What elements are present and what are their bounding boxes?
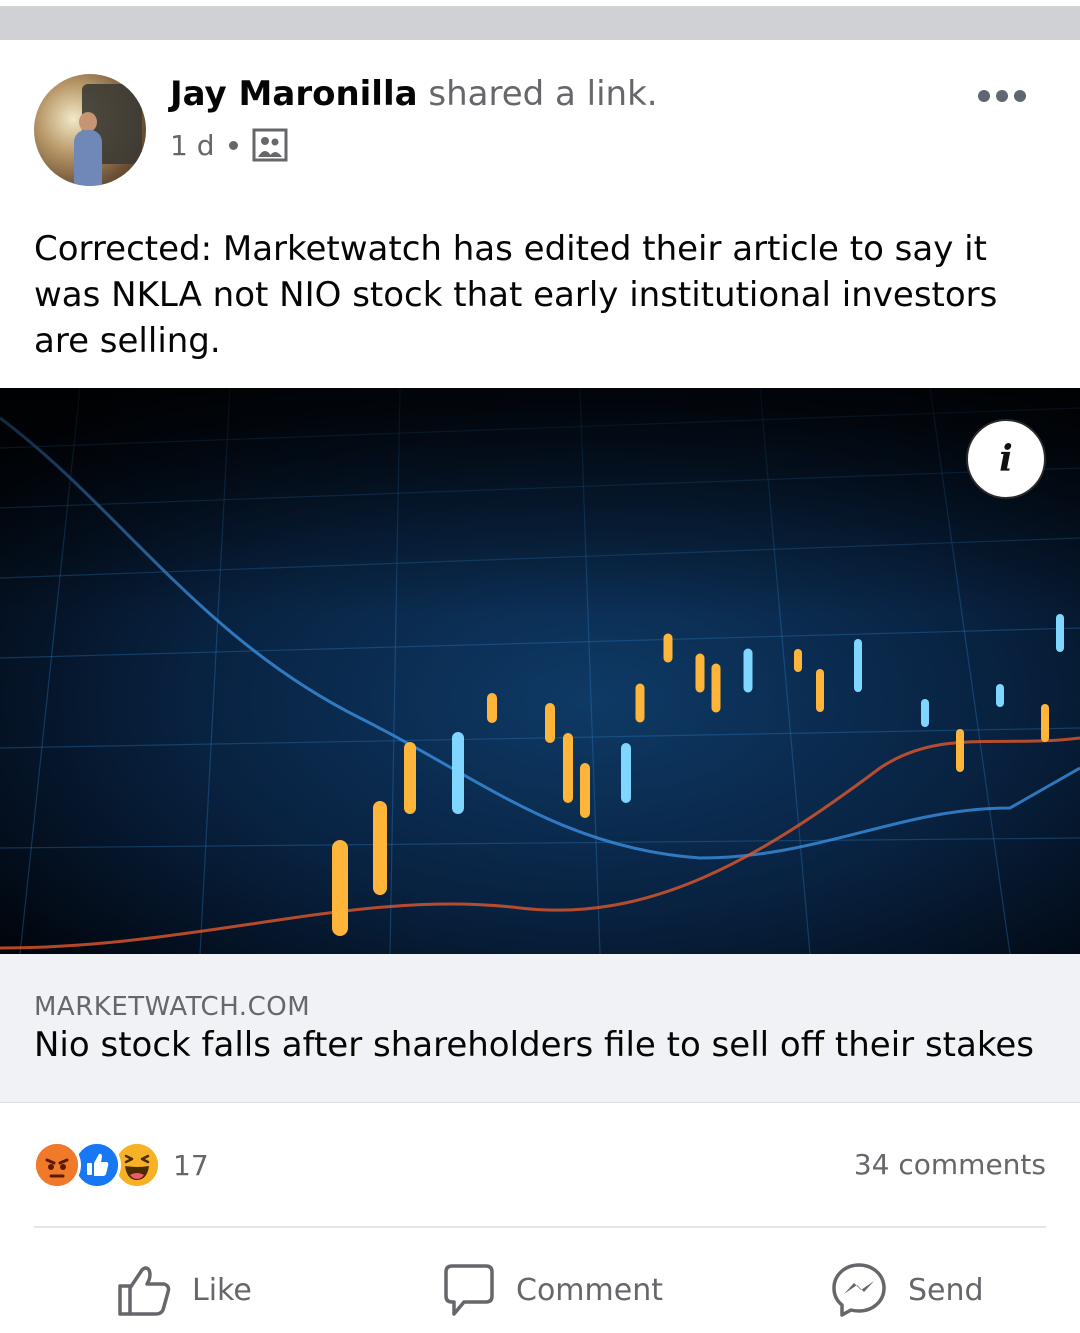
comments-count[interactable]: 34 comments	[854, 1148, 1046, 1181]
avatar-person-head	[79, 112, 97, 132]
avatar-person-body	[74, 130, 102, 186]
author-avatar[interactable]	[34, 74, 146, 186]
link-preview-image[interactable]	[0, 388, 1080, 954]
info-icon[interactable]: i	[966, 419, 1046, 499]
comment-bubble-icon	[444, 1264, 494, 1316]
more-options-icon[interactable]	[978, 86, 1030, 106]
send-label: Send	[908, 1272, 984, 1308]
angry-reaction-icon	[33, 1141, 81, 1189]
send-button[interactable]: Send	[830, 1258, 984, 1322]
meta-separator-dot	[228, 140, 238, 150]
audience-icon[interactable]	[252, 128, 288, 162]
post-action-text: shared a link.	[428, 74, 658, 114]
like-label: Like	[192, 1272, 252, 1308]
like-button[interactable]: Like	[116, 1258, 252, 1322]
post-text: Corrected: Marketwatch has edited their …	[34, 229, 998, 361]
author-name[interactable]: Jay Maronilla	[170, 74, 418, 114]
actions-divider	[34, 1226, 1046, 1228]
feed-separator	[0, 0, 1080, 40]
comment-button[interactable]: Comment	[442, 1258, 663, 1322]
post-meta: 1 d	[170, 125, 288, 165]
messenger-icon	[832, 1263, 886, 1317]
post-header-title: Jay Maronilla shared a link.	[170, 74, 658, 114]
stock-chart-photo	[0, 388, 1080, 954]
reaction-count: 17	[173, 1148, 209, 1182]
thumbs-up-icon	[118, 1266, 171, 1316]
link-domain: MARKETWATCH.COM	[34, 992, 311, 1022]
comment-label: Comment	[516, 1272, 663, 1308]
reactions-summary[interactable]: 17	[33, 1140, 209, 1190]
post-timestamp[interactable]: 1 d	[170, 129, 215, 162]
link-title[interactable]: Nio stock falls after shareholders file …	[34, 1024, 1034, 1066]
